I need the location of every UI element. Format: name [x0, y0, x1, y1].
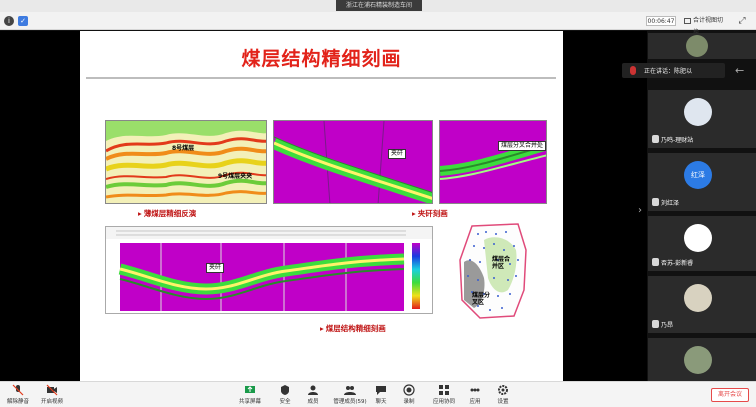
- seam9-label: 9号煤层夹夹: [218, 173, 253, 180]
- apps-collab-button[interactable]: 应用协同: [432, 384, 456, 405]
- structure-section-image: 夹矸: [105, 226, 433, 314]
- bullet-icon: ▸: [412, 209, 416, 218]
- microphone-icon: [652, 258, 659, 266]
- mute-button[interactable]: 解除静音: [6, 384, 30, 405]
- participant-tile[interactable]: [648, 338, 756, 381]
- jiagan-label-1: 夹矸: [388, 149, 407, 159]
- person-icon: [308, 385, 318, 395]
- leave-meeting-button[interactable]: 离开会议: [711, 388, 749, 402]
- caption-structure: ▸ 煤层结构精细刻画: [320, 324, 386, 333]
- back-arrow-icon[interactable]: ←: [735, 63, 744, 78]
- camera-off-icon: [46, 384, 58, 396]
- meeting-header: i ✓ 00:06:47 合计视图切换 ⤢: [0, 12, 756, 36]
- chat-button[interactable]: 聊天: [372, 384, 390, 405]
- chat-icon: [376, 386, 386, 395]
- record-icon: [403, 384, 415, 396]
- info-icon[interactable]: i: [4, 16, 14, 26]
- seam-map-image: 煤层合 并区 煤层分 叉区: [454, 220, 534, 322]
- microphone-icon: [630, 66, 636, 75]
- letterbox-left: [0, 31, 80, 381]
- shield-icon: [281, 385, 289, 395]
- title-divider: [86, 77, 556, 79]
- fullscreen-icon[interactable]: ⤢: [736, 15, 748, 27]
- participant-tile[interactable]: 乃鸣-理财站: [648, 90, 756, 148]
- collapse-panel-icon[interactable]: ›: [638, 205, 642, 216]
- bullet-icon: ▸: [138, 209, 142, 218]
- record-button[interactable]: 录制: [400, 384, 418, 405]
- avatar: [684, 98, 712, 126]
- merge-zone-label: 煤层合 并区: [492, 256, 511, 270]
- people-icon: [344, 386, 356, 395]
- avatar: [684, 284, 712, 312]
- manage-members-button[interactable]: 管理成员(59): [332, 384, 368, 405]
- participant-tile[interactable]: 否苏-彭新睿: [648, 216, 756, 271]
- grid-icon: [684, 18, 691, 24]
- bullet-icon: ▸: [320, 324, 324, 333]
- view-switch-button[interactable]: 合计视图切换: [682, 15, 726, 36]
- more-apps-button[interactable]: 应用: [466, 384, 484, 405]
- window-titlebar: 浙江在浦石精装制造车间: [0, 0, 756, 12]
- avatar: [684, 346, 712, 374]
- caption-thin-seam: ▸ 薄煤层精细反演: [138, 209, 197, 218]
- microphone-icon: [652, 320, 659, 328]
- seam8-label: 8号煤层: [172, 145, 195, 152]
- thin-seam-inversion-image: 8号煤层 9号煤层夹夹: [105, 120, 267, 204]
- split-zone-label: 煤层分 叉区: [472, 292, 491, 306]
- members-button[interactable]: 成员: [304, 384, 322, 405]
- share-screen-button[interactable]: 共享屏幕: [236, 384, 264, 405]
- window-title: 浙江在浦石精装制造车间: [336, 0, 422, 11]
- split-merge-image: 煤层分叉合并处: [439, 120, 547, 204]
- grid-icon: [439, 385, 449, 395]
- microphone-icon: [652, 198, 659, 206]
- letterbox-right: [563, 31, 647, 381]
- share-screen-icon: [245, 386, 255, 393]
- participant-tile[interactable]: [648, 33, 756, 59]
- meeting-toolbar: 解除静音 开启视频 共享屏幕 安全 成员 管理成员(59) 聊天 录制 应用协同…: [0, 381, 756, 407]
- video-button[interactable]: 开启视频: [40, 384, 64, 405]
- shield-icon[interactable]: ✓: [18, 16, 28, 26]
- meeting-timer: 00:06:47: [646, 16, 676, 26]
- shared-screen-slide: 煤层结构精细刻画 8号煤层 9号煤层夹夹 ▸ 薄煤层精细反演 夹矸 煤层分叉合并…: [80, 31, 563, 381]
- participant-tile[interactable]: 红泽 刘红泽: [648, 153, 756, 211]
- apps-icon: [470, 388, 480, 392]
- speaking-indicator: 正在讲话：陈肥以: [622, 63, 725, 78]
- avatar: 红泽: [684, 161, 712, 189]
- participant-tile[interactable]: 乃昂: [648, 276, 756, 333]
- interbed-image: 夹矸: [273, 120, 433, 204]
- gear-icon: [498, 385, 508, 395]
- avatar: [686, 35, 708, 57]
- avatar: [684, 224, 712, 252]
- caption-interbed: ▸ 夹矸刻画: [412, 209, 448, 218]
- microphone-icon: [652, 135, 659, 143]
- security-button[interactable]: 安全: [276, 384, 294, 405]
- settings-button[interactable]: 设置: [494, 384, 512, 405]
- split-merge-label: 煤层分叉合并处: [498, 141, 546, 151]
- slide-title: 煤层结构精细刻画: [241, 48, 402, 70]
- jiagan-label-2: 夹矸: [206, 263, 225, 273]
- microphone-muted-icon: [12, 384, 24, 396]
